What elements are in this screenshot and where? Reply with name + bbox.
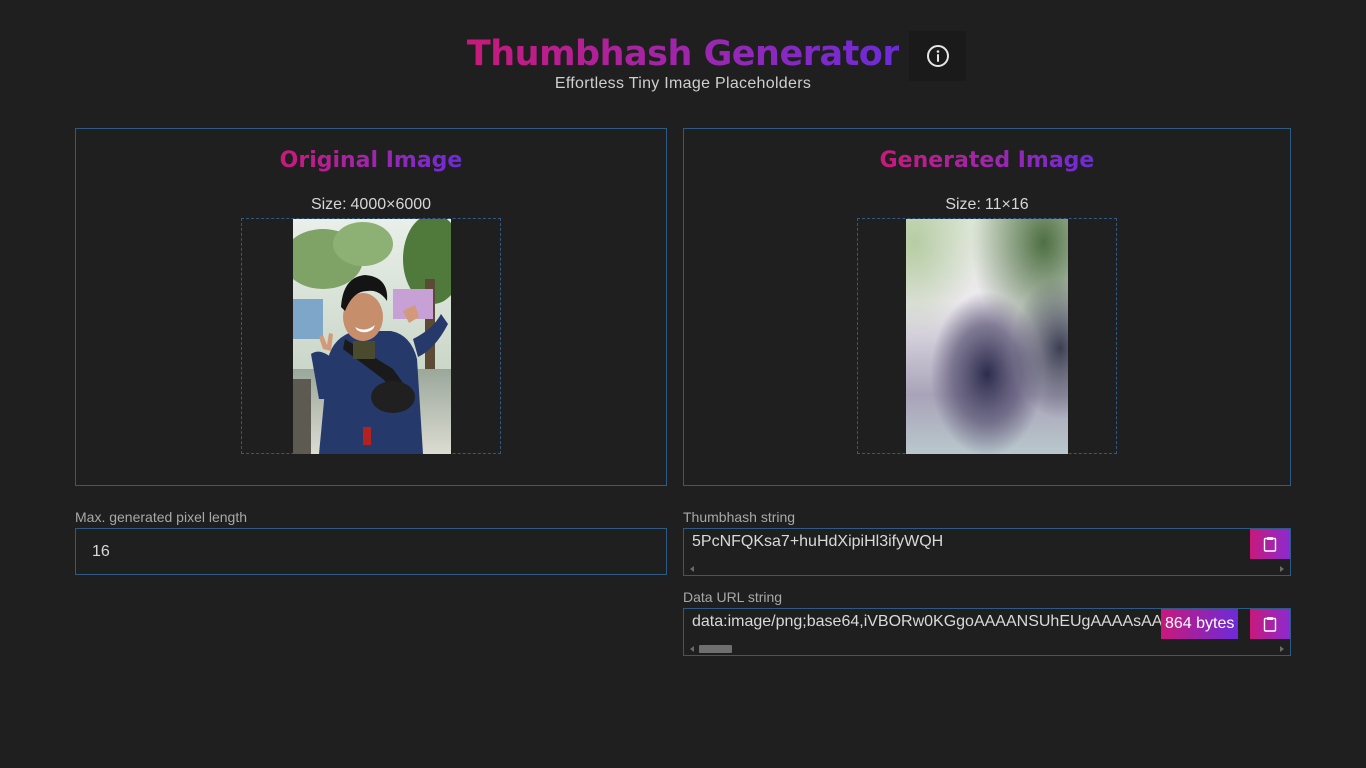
info-circle-icon — [926, 45, 949, 67]
scrollbar-thumb[interactable] — [699, 645, 732, 653]
scroll-left-icon[interactable] — [690, 646, 694, 652]
page-title: Thumbhash Generator — [466, 34, 900, 74]
generated-size-label: Size: 11×16 — [945, 196, 1029, 213]
scroll-right-icon[interactable] — [1280, 566, 1284, 572]
thumbhash-value: 5PcNFQKsa7+huHdXipiHl3ifyWQH — [692, 533, 944, 550]
data-url-label: Data URL string — [683, 589, 783, 605]
max-pixel-label: Max. generated pixel length — [75, 509, 247, 525]
max-pixel-input[interactable]: 16 — [75, 528, 667, 575]
original-photo — [293, 219, 451, 454]
thumbhash-scrollbar[interactable] — [684, 562, 1290, 575]
original-image-dropzone[interactable] — [241, 218, 501, 454]
scroll-right-icon[interactable] — [1280, 646, 1284, 652]
page-subtitle: Effortless Tiny Image Placeholders — [554, 75, 812, 92]
thumbhash-output[interactable]: 5PcNFQKsa7+huHdXipiHl3ifyWQH — [683, 528, 1291, 576]
data-url-scrollbar[interactable] — [684, 642, 1290, 655]
copy-data-url-button[interactable] — [1250, 609, 1290, 639]
generated-image-title: Generated Image — [879, 148, 1095, 173]
original-size-label: Size: 4000×6000 — [310, 196, 432, 213]
info-button[interactable] — [909, 31, 966, 81]
clipboard-icon — [1263, 617, 1277, 632]
generated-image-panel: Generated Image Size: 11×16 — [683, 128, 1291, 486]
copy-thumbhash-button[interactable] — [1250, 529, 1290, 559]
generated-thumbnail — [906, 219, 1068, 454]
bytes-badge: 864 bytes — [1161, 609, 1239, 639]
thumbhash-label: Thumbhash string — [683, 509, 796, 525]
scroll-left-icon[interactable] — [690, 566, 694, 572]
original-image-title: Original Image — [279, 148, 463, 173]
clipboard-icon — [1263, 537, 1277, 552]
app-header: Thumbhash Generator Effortless Tiny Imag… — [0, 30, 1366, 100]
generated-size-value: 11×16 — [984, 196, 1029, 213]
generated-image-frame — [857, 218, 1117, 454]
original-size-value: 4000×6000 — [350, 196, 432, 213]
original-image-panel: Original Image Size: 4000×6000 — [75, 128, 667, 486]
max-pixel-value: 16 — [92, 543, 110, 560]
